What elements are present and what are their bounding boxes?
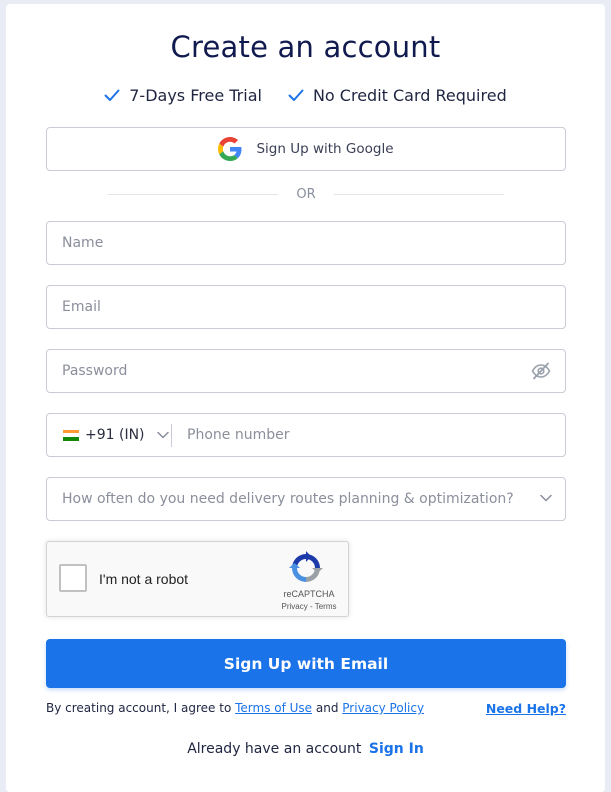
- chevron-down-icon: [540, 494, 552, 502]
- email-input[interactable]: [47, 286, 565, 328]
- signin-row: Already have an account Sign In: [0, 741, 611, 757]
- chevron-down-icon: [156, 431, 169, 439]
- name-input[interactable]: [47, 222, 565, 264]
- need-help-link[interactable]: Need Help?: [486, 701, 566, 716]
- india-flag-icon: [63, 429, 79, 441]
- email-field-wrapper: [46, 285, 566, 329]
- recaptcha-brand: reCAPTCHA: [283, 589, 335, 599]
- password-input[interactable]: [47, 350, 565, 392]
- frequency-select[interactable]: How often do you need delivery routes pl…: [46, 477, 566, 521]
- phone-field-wrapper: +91 (IN): [46, 413, 566, 457]
- terms-and: and: [312, 701, 343, 715]
- check-icon: [288, 89, 304, 102]
- perk-free-trial: 7-Days Free Trial: [104, 86, 262, 105]
- or-divider: OR: [108, 187, 505, 202]
- eye-slash-icon[interactable]: [531, 362, 551, 380]
- signin-link[interactable]: Sign In: [369, 741, 424, 757]
- frequency-select-placeholder: How often do you need delivery routes pl…: [62, 491, 514, 507]
- perk-no-card: No Credit Card Required: [288, 86, 507, 105]
- name-field-wrapper: [46, 221, 566, 265]
- signin-prompt: Already have an account: [187, 741, 362, 757]
- google-signup-button[interactable]: Sign Up with Google: [46, 127, 566, 171]
- perks-row: 7-Days Free Trial No Credit Card Require…: [0, 86, 611, 105]
- perk-label: 7-Days Free Trial: [129, 86, 262, 105]
- or-label: OR: [296, 187, 316, 202]
- country-code-select[interactable]: +91 (IN): [63, 414, 169, 456]
- recaptcha-logo-icon: [289, 551, 323, 585]
- phone-input[interactable]: [172, 414, 564, 456]
- recaptcha-checkbox[interactable]: [59, 564, 87, 592]
- google-button-label: Sign Up with Google: [256, 141, 394, 157]
- perk-label: No Credit Card Required: [312, 86, 507, 105]
- privacy-policy-link[interactable]: Privacy Policy: [342, 701, 424, 715]
- divider-line: [108, 194, 279, 195]
- recaptcha-widget: I'm not a robot reCAPTCHA Privacy - Term…: [46, 541, 349, 617]
- country-code-label: +91 (IN): [85, 427, 145, 443]
- page-title: Create an account: [170, 30, 441, 64]
- check-icon: [104, 89, 120, 102]
- recaptcha-privacy-terms[interactable]: Privacy - Terms: [275, 602, 343, 611]
- recaptcha-label: I'm not a robot: [99, 571, 189, 587]
- password-field-wrapper: [46, 349, 566, 393]
- terms-text: By creating account, I agree to Terms of…: [46, 701, 424, 715]
- terms-prefix: By creating account, I agree to: [46, 701, 236, 715]
- terms-of-use-link[interactable]: Terms of Use: [235, 701, 312, 715]
- divider-line: [333, 194, 505, 195]
- google-icon: [218, 137, 242, 161]
- signup-email-button[interactable]: Sign Up with Email: [46, 639, 566, 688]
